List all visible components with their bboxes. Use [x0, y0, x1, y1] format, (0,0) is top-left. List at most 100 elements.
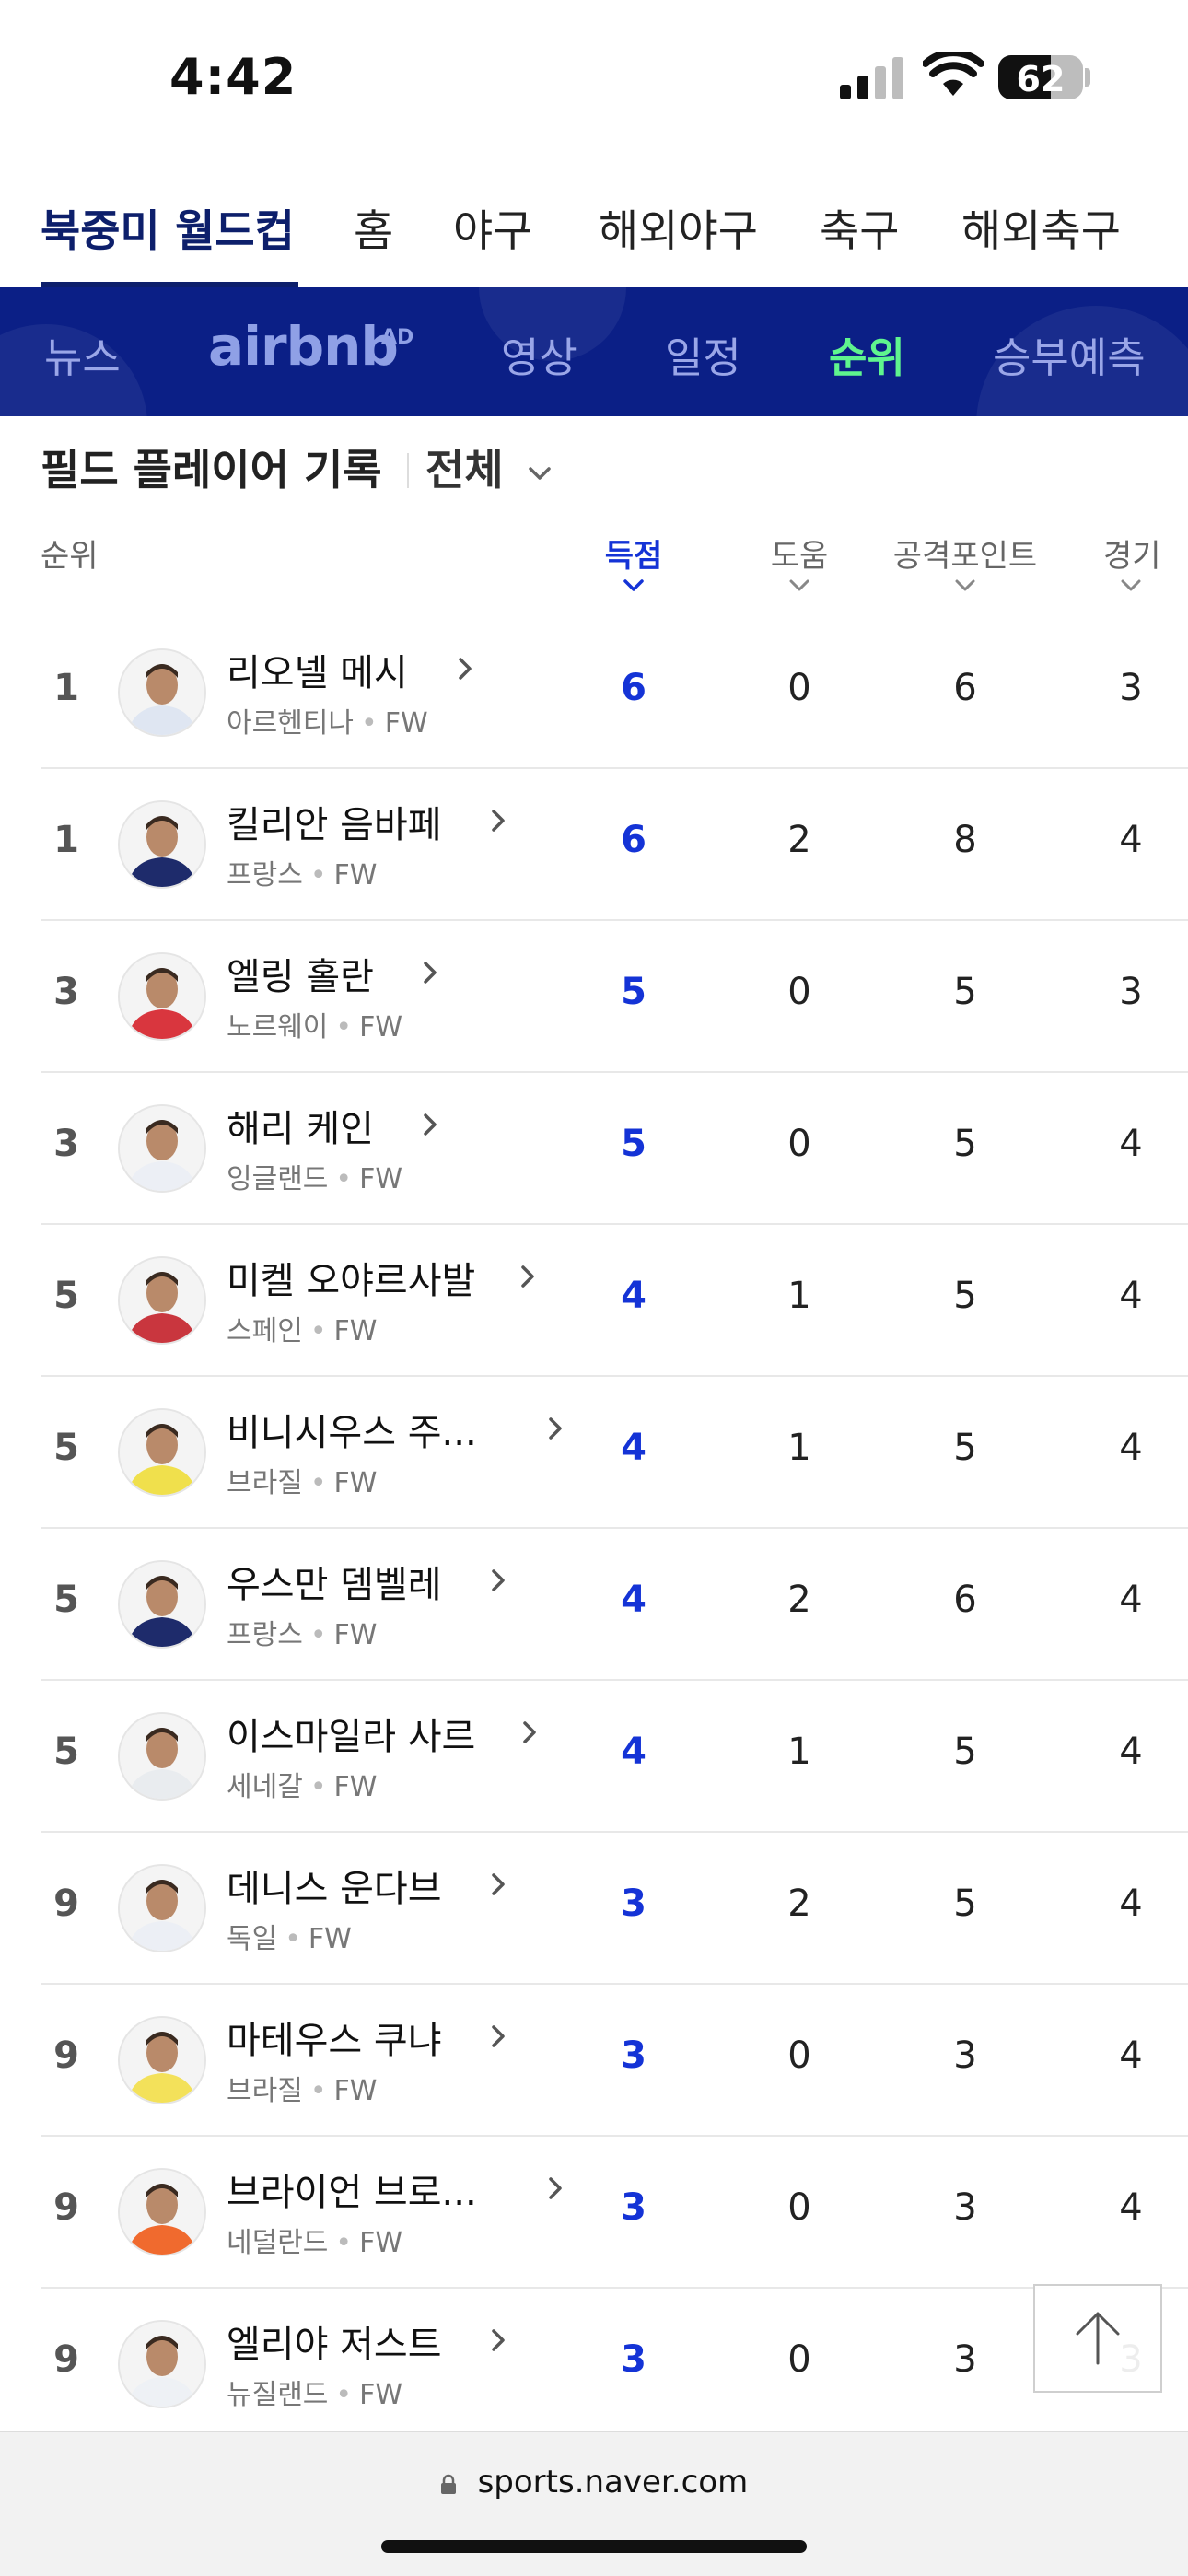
- main-nav-worldcup[interactable]: 북중미 월드컵: [41, 195, 295, 259]
- player-meta: 브라질 • FW: [227, 1460, 377, 1500]
- table-row[interactable]: 3 엘링 홀란 노르웨이 • FW 5 0 5 3: [41, 919, 1188, 1073]
- player-avatar[interactable]: [118, 2016, 206, 2104]
- airbnb-ad-logo[interactable]: airbnb: [208, 315, 399, 378]
- player-goals: 4: [621, 1579, 646, 1621]
- player-name[interactable]: 마테우스 쿠냐: [227, 2011, 442, 2064]
- wifi-icon: [923, 52, 984, 96]
- player-avatar[interactable]: [118, 1864, 206, 1952]
- player-position: FW: [359, 1163, 403, 1195]
- player-avatar[interactable]: [118, 952, 206, 1041]
- player-country: 뉴질랜드: [227, 2379, 329, 2411]
- player-country: 프랑스: [227, 859, 303, 892]
- player-goals: 3: [621, 2338, 646, 2381]
- player-avatar[interactable]: [118, 2320, 206, 2408]
- player-position: FW: [359, 2227, 403, 2259]
- player-country: 네덜란드: [227, 2227, 329, 2259]
- chevron-right-icon: [521, 1265, 534, 1288]
- column-goals[interactable]: 득점: [560, 530, 707, 576]
- player-name[interactable]: 해리 케인: [227, 1099, 374, 1152]
- player-avatar[interactable]: [118, 800, 206, 889]
- main-nav-overseas-soccer[interactable]: 해외축구: [961, 195, 1121, 259]
- browser-url-bar[interactable]: sports.naver.com: [0, 2431, 1188, 2576]
- player-photo-icon: [120, 1866, 204, 1951]
- player-position: FW: [333, 1315, 378, 1347]
- meta-separator: •: [335, 1163, 353, 1195]
- column-points[interactable]: 공격포인트: [891, 530, 1039, 576]
- player-goals: 6: [621, 819, 646, 861]
- table-row[interactable]: 3 해리 케인 잉글랜드 • FW 5 0 5 4: [41, 1071, 1188, 1225]
- url-domain: sports.naver.com: [477, 2464, 749, 2500]
- player-photo-icon: [120, 802, 204, 887]
- player-avatar[interactable]: [118, 648, 206, 737]
- player-name[interactable]: 리오넬 메시: [227, 643, 408, 696]
- url-display[interactable]: sports.naver.com: [0, 2464, 1188, 2500]
- sub-nav-video[interactable]: 영상: [501, 324, 577, 384]
- player-country: 프랑스: [227, 1619, 303, 1651]
- column-games[interactable]: 경기: [1057, 530, 1188, 576]
- table-row[interactable]: 9엘리야 저스트뉴질랜드•FW3033: [41, 2287, 1188, 2441]
- meta-separator: •: [309, 1315, 327, 1347]
- filter-dropdown[interactable]: 전체: [425, 437, 552, 497]
- player-name[interactable]: 엘리야 저스트: [227, 2314, 442, 2368]
- player-points: 5: [953, 1731, 977, 1773]
- player-games: 4: [1119, 1427, 1143, 1469]
- player-position: FW: [333, 2075, 378, 2107]
- main-nav-baseball[interactable]: 야구: [453, 195, 532, 259]
- player-assists: 2: [787, 1579, 811, 1621]
- player-name[interactable]: 엘링 홀란: [227, 947, 374, 1000]
- player-games: 4: [1119, 1882, 1143, 1925]
- player-goals: 3: [621, 1882, 646, 1925]
- player-rank: 9: [53, 1882, 79, 1925]
- player-goals: 3: [621, 2186, 646, 2229]
- player-name[interactable]: 우스만 뎀벨레: [227, 1555, 442, 1608]
- table-row[interactable]: 9 브라이언 브로... 네덜란드 • FW 3 0 3 4: [41, 2135, 1188, 2289]
- table-row[interactable]: 5 이스마일라 사르 세네갈 • FW 4 1 5 4: [41, 1679, 1188, 1833]
- sort-chevron-down-icon: [955, 579, 975, 591]
- battery-icon: 62: [998, 55, 1083, 99]
- player-position: FW: [333, 1771, 378, 1803]
- table-row[interactable]: 1 킬리안 음바페 프랑스 • FW 6 2 8 4: [41, 767, 1188, 921]
- sub-nav-news[interactable]: 뉴스: [44, 324, 121, 384]
- sub-nav-schedule[interactable]: 일정: [665, 324, 741, 384]
- player-meta: 스페인 • FW: [227, 1308, 377, 1348]
- player-name[interactable]: 이스마일라 사르: [227, 1707, 475, 1760]
- table-row[interactable]: 5 비니시우스 주... 브라질 • FW 4 1 5 4: [41, 1375, 1188, 1529]
- meta-separator: •: [309, 859, 327, 892]
- sub-nav-ranking[interactable]: 순위: [829, 324, 905, 384]
- player-goals: 6: [621, 667, 646, 709]
- column-assists[interactable]: 도움: [726, 530, 873, 576]
- player-photo-icon: [120, 1258, 204, 1343]
- player-rank: 9: [53, 2034, 79, 2077]
- table-row[interactable]: 5 미켈 오야르사발 스페인 • FW 4 1 5 4: [41, 1223, 1188, 1377]
- scroll-top-button[interactable]: [1033, 2284, 1162, 2393]
- player-avatar[interactable]: [118, 1256, 206, 1345]
- player-name[interactable]: 미켈 오야르사발: [227, 1251, 475, 1304]
- player-assists: 2: [787, 1882, 811, 1925]
- player-country: 세네갈: [227, 1771, 303, 1803]
- main-nav-soccer[interactable]: 축구: [820, 195, 899, 259]
- player-avatar[interactable]: [118, 1408, 206, 1497]
- main-nav-home[interactable]: 홈: [354, 195, 393, 259]
- player-name[interactable]: 데니스 운다브: [227, 1859, 442, 1912]
- player-avatar[interactable]: [118, 1560, 206, 1649]
- table-row[interactable]: 9 데니스 운다브 독일 • FW 3 2 5 4: [41, 1831, 1188, 1985]
- player-avatar[interactable]: [118, 1104, 206, 1193]
- player-rank: 1: [53, 819, 79, 861]
- main-nav: 북중미 월드컵 홈 야구 해외야구 축구 해외축구: [0, 175, 1188, 287]
- player-name[interactable]: 킬리안 음바페: [227, 795, 442, 848]
- table-row[interactable]: 1 리오넬 메시 아르헨티나 • FW 6 0 6 3: [41, 615, 1188, 769]
- player-position: FW: [359, 2379, 403, 2411]
- player-avatar[interactable]: [118, 2168, 206, 2256]
- player-position: FW: [333, 1619, 378, 1651]
- player-avatar[interactable]: [118, 1712, 206, 1801]
- player-name[interactable]: 비니시우스 주...: [227, 1403, 477, 1456]
- player-country: 아르헨티나: [227, 707, 354, 740]
- table-row[interactable]: 5 우스만 뎀벨레 프랑스 • FW 4 2 6 4: [41, 1527, 1188, 1681]
- sub-nav-prediction[interactable]: 승부예측: [993, 324, 1146, 384]
- player-country: 브라질: [227, 1467, 303, 1499]
- main-nav-overseas-baseball[interactable]: 해외야구: [599, 195, 758, 259]
- battery-cap: [1085, 68, 1090, 87]
- table-row[interactable]: 9 마테우스 쿠냐 브라질 • FW 3 0 3 4: [41, 1983, 1188, 2137]
- player-name[interactable]: 브라이언 브로...: [227, 2162, 477, 2216]
- player-rank: 5: [53, 1427, 79, 1469]
